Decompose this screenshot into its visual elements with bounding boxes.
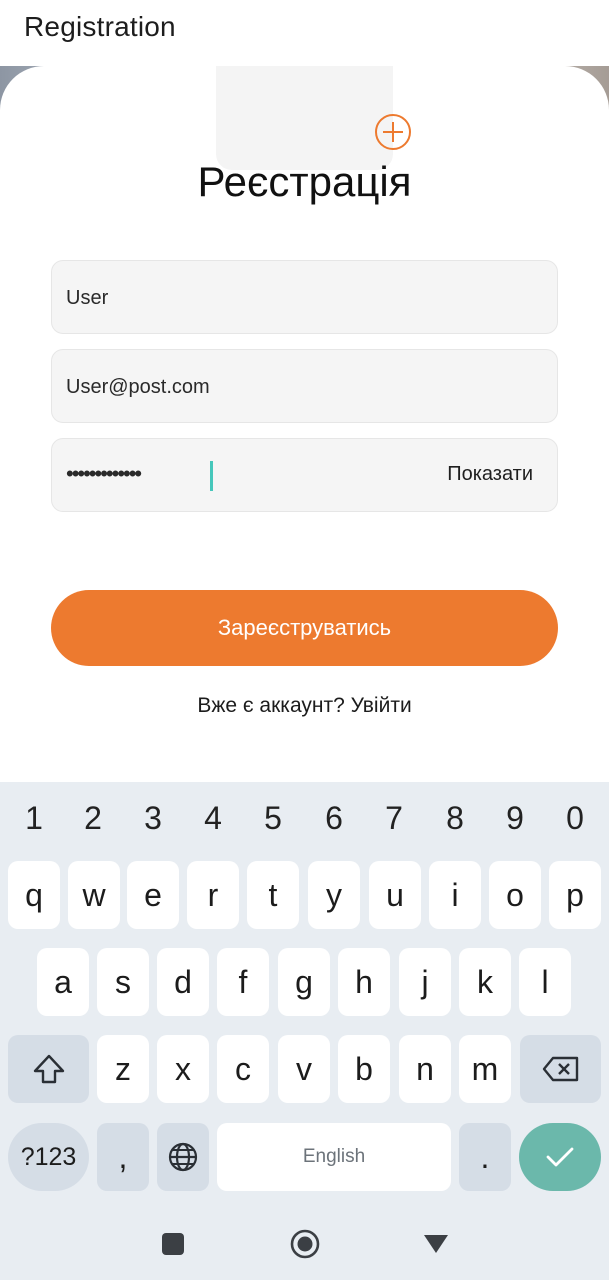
key-f[interactable]: f	[217, 948, 269, 1016]
symbols-key[interactable]: ?123	[8, 1123, 89, 1191]
key-2[interactable]: 2	[68, 800, 118, 837]
text-caret	[210, 461, 213, 491]
backspace-key[interactable]	[520, 1035, 601, 1103]
key-r[interactable]: r	[187, 861, 239, 929]
key-w[interactable]: w	[68, 861, 120, 929]
key-c[interactable]: c	[217, 1035, 269, 1103]
key-8[interactable]: 8	[430, 800, 480, 837]
key-v[interactable]: v	[278, 1035, 330, 1103]
shift-icon	[33, 1054, 64, 1084]
key-3[interactable]: 3	[128, 800, 178, 837]
key-q[interactable]: q	[8, 861, 60, 929]
key-u[interactable]: u	[369, 861, 421, 929]
key-i[interactable]: i	[429, 861, 481, 929]
add-photo-icon[interactable]	[374, 113, 412, 151]
key-d[interactable]: d	[157, 948, 209, 1016]
register-button[interactable]: Зареєструватись	[51, 590, 558, 666]
key-7[interactable]: 7	[369, 800, 419, 837]
keyboard-number-row: 1 2 3 4 5 6 7 8 9 0	[0, 800, 609, 840]
period-key[interactable]: .	[459, 1123, 511, 1191]
name-field[interactable]: User	[51, 260, 558, 334]
key-0[interactable]: 0	[550, 800, 600, 837]
password-field-value: •••••••••••••	[66, 461, 142, 486]
home-icon[interactable]	[290, 1229, 320, 1259]
email-field[interactable]: User@post.com	[51, 349, 558, 423]
key-k[interactable]: k	[459, 948, 511, 1016]
key-g[interactable]: g	[278, 948, 330, 1016]
key-p[interactable]: p	[549, 861, 601, 929]
globe-icon	[168, 1142, 198, 1172]
key-6[interactable]: 6	[309, 800, 359, 837]
key-1[interactable]: 1	[9, 800, 59, 837]
key-y[interactable]: y	[308, 861, 360, 929]
key-n[interactable]: n	[399, 1035, 451, 1103]
recents-icon[interactable]	[160, 1231, 186, 1257]
key-t[interactable]: t	[247, 861, 299, 929]
key-9[interactable]: 9	[490, 800, 540, 837]
done-key[interactable]	[519, 1123, 601, 1191]
name-field-value: User	[66, 287, 109, 309]
key-l[interactable]: l	[519, 948, 571, 1016]
space-key[interactable]: English	[217, 1123, 451, 1191]
checkmark-icon	[546, 1147, 574, 1167]
key-5[interactable]: 5	[248, 800, 298, 837]
key-h[interactable]: h	[338, 948, 390, 1016]
soft-keyboard: 1 2 3 4 5 6 7 8 9 0 q w e r t y u i o p …	[0, 782, 609, 1205]
key-m[interactable]: m	[459, 1035, 511, 1103]
backspace-icon	[542, 1056, 578, 1082]
key-s[interactable]: s	[97, 948, 149, 1016]
app-bar-title: Registration	[24, 11, 176, 42]
show-password-toggle[interactable]: Показати	[447, 463, 533, 486]
key-a[interactable]: a	[37, 948, 89, 1016]
key-4[interactable]: 4	[188, 800, 238, 837]
key-x[interactable]: x	[157, 1035, 209, 1103]
key-o[interactable]: o	[489, 861, 541, 929]
language-key[interactable]	[157, 1123, 209, 1191]
page-title: Реєстрація	[197, 158, 412, 205]
avatar-placeholder[interactable]	[216, 66, 393, 170]
login-link[interactable]: Вже є аккаунт? Увійти	[0, 694, 609, 718]
app-bar: Registration	[0, 0, 609, 66]
key-z[interactable]: z	[97, 1035, 149, 1103]
key-e[interactable]: e	[127, 861, 179, 929]
system-nav-bar	[0, 1205, 609, 1280]
key-j[interactable]: j	[399, 948, 451, 1016]
comma-key[interactable]: ,	[97, 1123, 149, 1191]
email-field-value: User@post.com	[66, 376, 210, 398]
password-field[interactable]: ••••••••••••• Показати	[51, 438, 558, 512]
back-icon[interactable]	[423, 1231, 449, 1257]
shift-key[interactable]	[8, 1035, 89, 1103]
key-b[interactable]: b	[338, 1035, 390, 1103]
